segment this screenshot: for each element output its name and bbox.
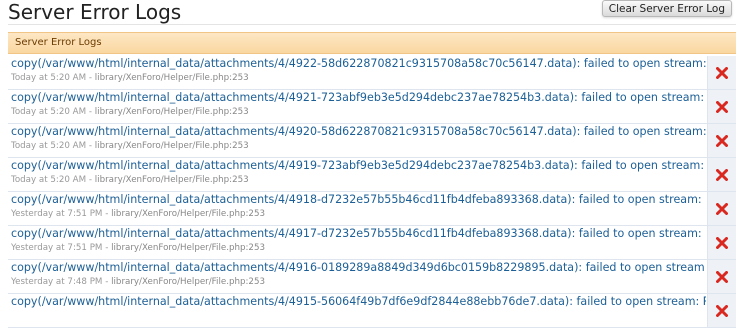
log-file: library/XenForo/Helper/File.php:253 [111, 209, 266, 219]
list-item: copy(/var/www/html/internal_data/attachm… [8, 124, 736, 158]
page-title: Server Error Logs [8, 0, 182, 24]
log-message-link[interactable]: copy(/var/www/html/internal_data/attachm… [11, 158, 706, 174]
list-item: copy(/var/www/html/internal_data/attachm… [8, 260, 736, 294]
delete-log-button[interactable] [707, 294, 736, 327]
log-file: library/XenForo/Helper/File.php:253 [111, 277, 266, 287]
delete-log-button[interactable] [707, 226, 736, 259]
error-log-list: copy(/var/www/html/internal_data/attachm… [8, 56, 736, 328]
list-item: copy(/var/www/html/internal_data/attachm… [8, 56, 736, 90]
log-entry: copy(/var/www/html/internal_data/attachm… [8, 90, 706, 123]
log-time: Yesterday at 7:48 PM [11, 277, 103, 287]
clear-server-error-log-button[interactable]: Clear Server Error Log [601, 0, 732, 17]
log-entry: copy(/var/www/html/internal_data/attachm… [8, 158, 706, 191]
delete-log-button[interactable] [707, 124, 736, 157]
log-time: Yesterday at 7:51 PM [11, 243, 103, 253]
delete-x-icon [716, 66, 728, 79]
log-message-link[interactable]: copy(/var/www/html/internal_data/attachm… [11, 90, 706, 106]
meta-separator: - [86, 141, 95, 151]
delete-x-icon [716, 202, 728, 215]
log-entry: copy(/var/www/html/internal_data/attachm… [8, 56, 706, 89]
log-file: library/XenForo/Helper/File.php:253 [94, 141, 249, 151]
log-entry: copy(/var/www/html/internal_data/attachm… [8, 124, 706, 157]
list-item: copy(/var/www/html/internal_data/attachm… [8, 158, 736, 192]
delete-x-icon [716, 168, 728, 181]
log-meta: Yesterday at 7:48 PM - library/XenForo/H… [11, 276, 706, 288]
log-file: library/XenForo/Helper/File.php:253 [94, 175, 249, 185]
log-meta: Today at 5:20 AM - library/XenForo/Helpe… [11, 106, 706, 118]
meta-separator: - [86, 73, 95, 83]
meta-separator: - [102, 277, 112, 287]
delete-x-icon [716, 100, 728, 113]
log-message-link[interactable]: copy(/var/www/html/internal_data/attachm… [11, 56, 706, 72]
delete-log-button[interactable] [707, 158, 736, 191]
delete-x-icon [716, 134, 728, 147]
delete-x-icon [716, 270, 728, 283]
log-entry: copy(/var/www/html/internal_data/attachm… [8, 294, 706, 327]
log-time: Today at 5:20 AM [11, 73, 87, 83]
log-time: Today at 5:20 AM [11, 141, 87, 151]
list-item: copy(/var/www/html/internal_data/attachm… [8, 294, 736, 328]
delete-x-icon [716, 236, 728, 249]
delete-x-icon [716, 304, 728, 317]
log-entry: copy(/var/www/html/internal_data/attachm… [8, 192, 706, 225]
log-entry: copy(/var/www/html/internal_data/attachm… [8, 260, 706, 293]
log-file: library/XenForo/Helper/File.php:253 [111, 243, 266, 253]
error-log-section: Server Error Logs copy(/var/www/html/int… [8, 32, 736, 328]
log-message-link[interactable]: copy(/var/www/html/internal_data/attachm… [11, 226, 706, 242]
list-item: copy(/var/www/html/internal_data/attachm… [8, 226, 736, 260]
log-meta: Yesterday at 7:51 PM - library/XenForo/H… [11, 208, 706, 220]
log-message-link[interactable]: copy(/var/www/html/internal_data/attachm… [11, 260, 706, 276]
log-message-link[interactable]: copy(/var/www/html/internal_data/attachm… [11, 192, 706, 208]
log-time: Today at 5:20 AM [11, 175, 87, 185]
log-file: library/XenForo/Helper/File.php:253 [94, 73, 249, 83]
log-time: Yesterday at 7:51 PM [11, 209, 103, 219]
title-divider [8, 24, 736, 25]
section-header: Server Error Logs [8, 32, 736, 54]
delete-log-button[interactable] [707, 260, 736, 293]
meta-separator: - [86, 175, 95, 185]
list-item: copy(/var/www/html/internal_data/attachm… [8, 192, 736, 226]
log-message-link[interactable]: copy(/var/www/html/internal_data/attachm… [11, 294, 706, 310]
delete-log-button[interactable] [707, 56, 736, 89]
list-item: copy(/var/www/html/internal_data/attachm… [8, 90, 736, 124]
meta-separator: - [102, 243, 112, 253]
log-meta: Today at 5:20 AM - library/XenForo/Helpe… [11, 174, 706, 186]
meta-separator: - [102, 209, 112, 219]
log-entry: copy(/var/www/html/internal_data/attachm… [8, 226, 706, 259]
log-time: Today at 5:20 AM [11, 107, 87, 117]
delete-log-button[interactable] [707, 192, 736, 225]
log-file: library/XenForo/Helper/File.php:253 [94, 107, 249, 117]
log-meta: Yesterday at 7:51 PM - library/XenForo/H… [11, 242, 706, 254]
log-message-link[interactable]: copy(/var/www/html/internal_data/attachm… [11, 124, 706, 140]
log-meta: Today at 5:20 AM - library/XenForo/Helpe… [11, 72, 706, 84]
log-meta: Today at 5:20 AM - library/XenForo/Helpe… [11, 140, 706, 152]
meta-separator: - [86, 107, 95, 117]
delete-log-button[interactable] [707, 90, 736, 123]
